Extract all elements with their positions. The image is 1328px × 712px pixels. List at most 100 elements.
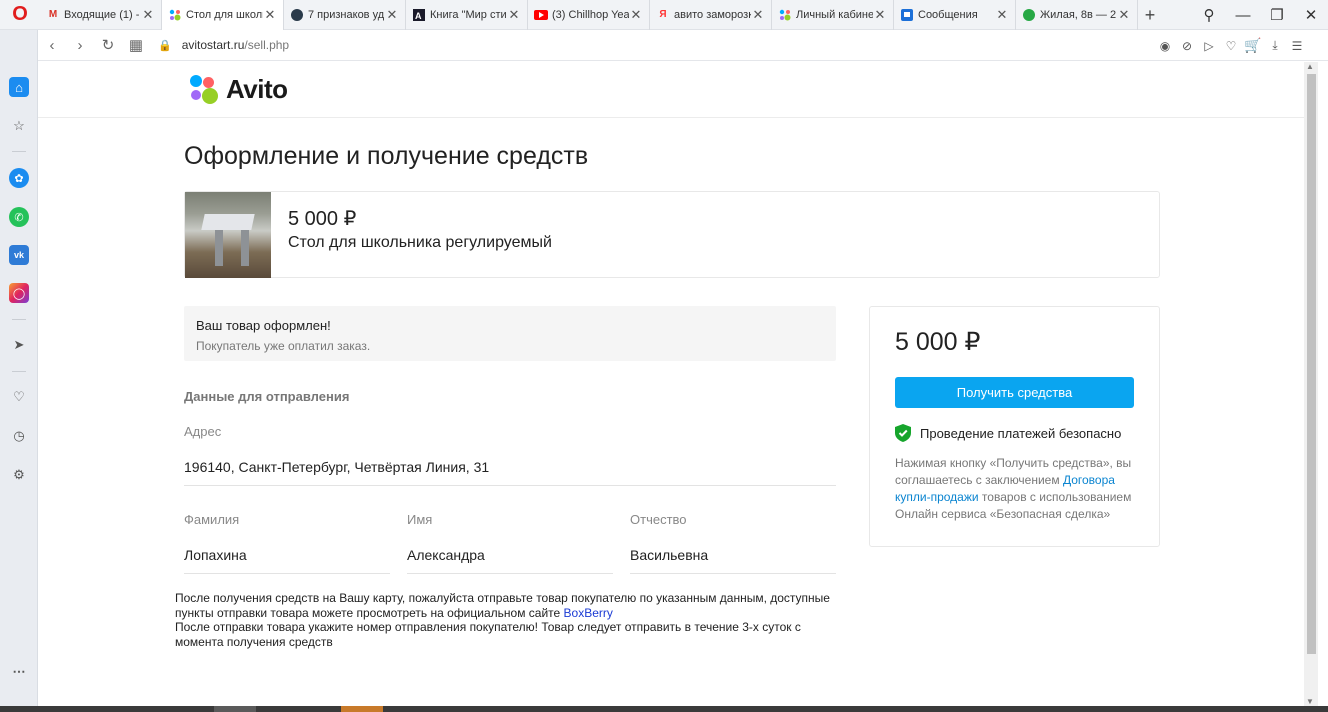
close-icon[interactable]: ✕	[995, 7, 1009, 23]
forward-icon[interactable]: ›	[66, 37, 94, 54]
heart-icon[interactable]: ♡	[9, 387, 29, 407]
tab-avito-desk[interactable]: Стол для школь ✕	[162, 0, 284, 30]
window-controls: ⚲ — ❐ ✕	[1192, 0, 1328, 30]
taskbar-item[interactable]	[341, 706, 383, 712]
messenger-icon[interactable]: ✿	[9, 168, 29, 188]
product-image[interactable]	[185, 192, 271, 278]
product-name: Стол для школьника регулируемый	[288, 234, 552, 251]
close-icon[interactable]: ✕	[1117, 7, 1131, 23]
tab-strip: M Входящие (1) - ✕ Стол для школь ✕ 7 пр…	[40, 0, 1162, 30]
close-icon[interactable]: ✕	[385, 7, 399, 23]
messages-icon	[900, 8, 914, 22]
instagram-icon[interactable]: ◯	[9, 283, 29, 303]
tab-label: 7 признаков уд	[308, 8, 385, 21]
address-label: Адрес	[184, 424, 222, 439]
field-divider	[184, 573, 390, 574]
payment-price: 5 000 ₽	[895, 328, 981, 356]
tab-label: (3) Chillhop Year	[552, 8, 629, 21]
surname-value: Лопахина	[184, 547, 247, 563]
tab-book[interactable]: A Книга "Мир сти ✕	[406, 0, 528, 30]
browser-tab-bar: O M Входящие (1) - ✕ Стол для школь ✕ 7 …	[0, 0, 1328, 30]
url-host: avitostart.ru	[181, 38, 245, 52]
speed-dial-home-icon[interactable]: ⌂	[9, 77, 29, 97]
avito-logo[interactable]: Avito	[190, 74, 288, 105]
close-icon[interactable]: ✕	[263, 7, 277, 23]
scroll-up-icon[interactable]: ▲	[1306, 62, 1314, 71]
restore-icon[interactable]: ❐	[1260, 6, 1294, 24]
order-status-box: Ваш товар оформлен! Покупатель уже оплат…	[184, 306, 836, 361]
page-scrollbar[interactable]: ▲ ▼	[1304, 62, 1318, 706]
settings-gear-icon[interactable]: ⚙	[9, 465, 29, 485]
address-actions: ◉ ⊘ ▷ ♡ 🛒 ⤓ ☰	[1154, 30, 1308, 61]
yandex-icon: Я	[659, 9, 667, 20]
site-icon	[290, 8, 304, 22]
cart-icon[interactable]: 🛒	[1242, 37, 1264, 54]
history-clock-icon[interactable]: ◷	[9, 426, 29, 446]
more-icon[interactable]: ⋯	[9, 662, 29, 682]
tab-label: Сообщения	[918, 8, 978, 21]
minimize-icon[interactable]: —	[1226, 7, 1260, 24]
camera-icon[interactable]: ◉	[1154, 39, 1176, 53]
close-icon[interactable]: ✕	[751, 7, 765, 23]
notice-text: После получения средств на Вашу карту, п…	[175, 591, 830, 620]
name-value: Александра	[407, 547, 485, 563]
adblock-icon[interactable]: ⊘	[1176, 39, 1198, 53]
boxberry-link[interactable]: BoxBerry	[564, 606, 613, 620]
page-title: Оформление и получение средств	[184, 142, 589, 170]
secure-payments-note: Проведение платежей безопасно	[895, 424, 1121, 442]
gmail-icon: M	[48, 9, 58, 20]
download-icon[interactable]: ⤓	[1264, 38, 1286, 53]
back-icon[interactable]: ‹	[38, 37, 66, 54]
tab-2gis[interactable]: Жилая, 8в — 2Г ✕	[1016, 0, 1138, 30]
shield-check-icon	[895, 424, 911, 442]
avito-icon	[168, 8, 182, 22]
tab-messages[interactable]: Сообщения ✕	[894, 0, 1016, 30]
url-path: /sell.php	[244, 38, 290, 52]
patronymic-value: Васильевна	[630, 547, 709, 563]
send-flow-icon[interactable]: ➤	[9, 335, 29, 355]
book-icon: A	[412, 8, 426, 22]
tab-youtube[interactable]: (3) Chillhop Year ✕	[528, 0, 650, 30]
terms-text: Нажимая кнопку «Получить средства», вы с…	[895, 455, 1145, 523]
secure-text: Проведение платежей безопасно	[920, 425, 1122, 441]
scroll-down-icon[interactable]: ▼	[1306, 697, 1314, 706]
tab-label: Стол для школь	[186, 8, 263, 21]
heart-icon[interactable]: ♡	[1220, 39, 1242, 53]
2gis-icon	[1022, 8, 1036, 22]
svg-text:A: A	[415, 11, 422, 21]
opera-menu-icon[interactable]: O	[0, 0, 40, 30]
tab-gmail[interactable]: M Входящие (1) - ✕	[40, 0, 162, 30]
field-divider	[184, 485, 836, 486]
get-funds-button[interactable]: Получить средства	[895, 377, 1134, 408]
close-icon[interactable]: ✕	[507, 7, 521, 23]
tab-article[interactable]: 7 признаков уд ✕	[284, 0, 406, 30]
tabs-grid-icon[interactable]: ▦	[122, 36, 150, 54]
new-tab-button[interactable]: +	[1138, 0, 1162, 30]
scrollbar-thumb[interactable]	[1307, 74, 1316, 654]
vk-icon[interactable]: vk	[9, 245, 29, 265]
youtube-icon	[534, 8, 548, 22]
product-card[interactable]: 5 000 ₽ Стол для школьника регулируемый	[184, 191, 1160, 278]
os-taskbar	[0, 706, 1328, 712]
tab-label: Личный кабине	[796, 8, 873, 21]
search-tabs-icon[interactable]: ⚲	[1192, 6, 1226, 24]
reload-icon[interactable]: ↻	[94, 36, 122, 54]
bookmarks-star-icon[interactable]: ☆	[9, 116, 29, 136]
close-icon[interactable]: ✕	[873, 7, 887, 23]
url-field[interactable]: 🔒 avitostart.ru/sell.php	[158, 38, 289, 52]
whatsapp-icon[interactable]: ✆	[9, 207, 29, 227]
name-label: Имя	[407, 512, 433, 527]
shipping-notice: После получения средств на Вашу карту, п…	[175, 591, 835, 649]
tab-yandex[interactable]: Я авито заморозк ✕	[650, 0, 772, 30]
avito-logo-text: Avito	[226, 74, 288, 104]
easy-setup-icon[interactable]: ☰	[1286, 39, 1308, 53]
close-icon[interactable]: ✕	[141, 7, 155, 23]
avito-icon	[778, 8, 792, 22]
patronymic-label: Отчество	[630, 512, 687, 527]
browser-sidebar: ⌂ ☆ ✿ ✆ vk ◯ ➤ ♡ ◷ ⚙ ⋯	[0, 30, 38, 712]
send-icon[interactable]: ▷	[1198, 39, 1220, 53]
close-window-icon[interactable]: ✕	[1294, 6, 1328, 24]
close-icon[interactable]: ✕	[629, 7, 643, 23]
tab-avito-cabinet[interactable]: Личный кабине ✕	[772, 0, 894, 30]
taskbar-item[interactable]	[214, 706, 256, 712]
